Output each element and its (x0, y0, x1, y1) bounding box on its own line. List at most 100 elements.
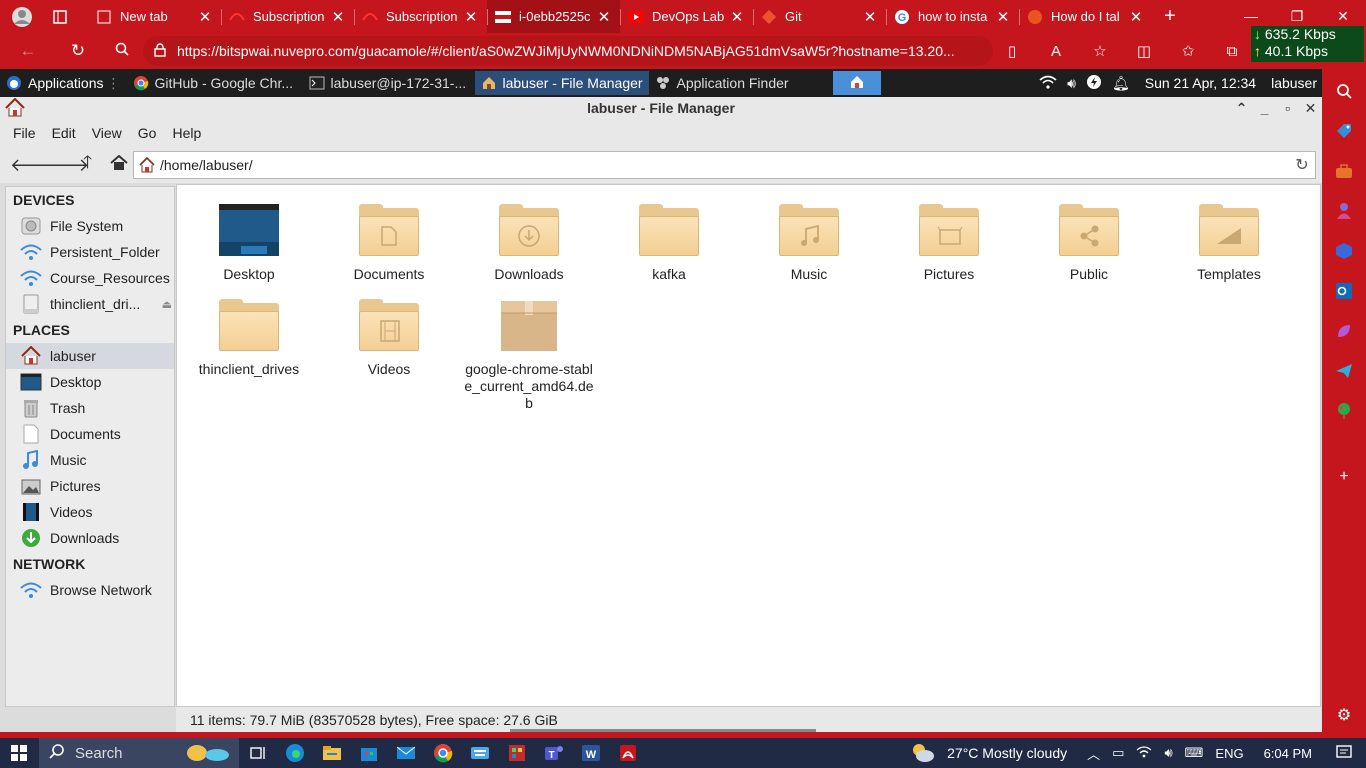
battery-icon[interactable]: ▭ (1112, 745, 1124, 761)
menu-edit[interactable]: Edit (44, 125, 84, 141)
edge-icon[interactable] (276, 738, 313, 768)
search-icon[interactable] (100, 41, 144, 61)
sidebar-item-thinclient-drives[interactable]: thinclient_dri... ⏏ (6, 291, 174, 317)
acrobat-icon[interactable] (609, 738, 646, 768)
app-available-icon[interactable]: ▯ (990, 42, 1034, 60)
sidebar-item-desktop[interactable]: Desktop (6, 369, 174, 395)
file-item-kafka[interactable]: kafka (599, 202, 739, 283)
back-icon[interactable]: 🡐 (10, 155, 58, 176)
browser-tab[interactable]: How do I tal ✕ (1019, 0, 1152, 33)
menu-view[interactable]: View (84, 125, 130, 141)
tab-actions-icon[interactable] (44, 0, 76, 33)
sidebar-item-trash[interactable]: Trash (6, 395, 174, 421)
file-item-thinclient-drives[interactable]: thinclient_drives (179, 297, 319, 378)
task-view-icon[interactable] (239, 738, 276, 768)
reload-icon[interactable]: ↻ (1289, 155, 1315, 175)
file-item-music[interactable]: Music (739, 202, 879, 283)
sidebar-item-downloads[interactable]: Downloads (6, 525, 174, 551)
reload-icon[interactable]: ↻ (56, 41, 100, 61)
settings-icon[interactable]: ⚙︎ (1334, 705, 1354, 725)
file-item-videos[interactable]: Videos (319, 297, 459, 378)
volume-icon[interactable]: 🔊︎ (1067, 75, 1076, 92)
file-item-templates[interactable]: Templates (1159, 202, 1299, 283)
weather-text[interactable]: 27°C Mostly cloudy (947, 745, 1067, 761)
panel-user[interactable]: labuser (1271, 75, 1317, 91)
forward-icon[interactable]: 🡒 (41, 155, 89, 176)
wifi-icon[interactable] (1039, 75, 1057, 92)
sidebar-item-music[interactable]: Music (6, 447, 174, 473)
sidebar-item-persistent-folder[interactable]: Persistent_Folder (6, 239, 174, 265)
remote-desktop[interactable]: Applications ⋮ GitHub - Google Chr... la… (0, 69, 1322, 732)
browser-tab[interactable]: G how to insta ✕ (886, 0, 1019, 33)
outlook-icon[interactable] (1334, 281, 1354, 301)
browser-tab[interactable]: Subscription ✕ (354, 0, 487, 33)
back-icon[interactable]: ← (0, 41, 56, 61)
mail-icon[interactable] (387, 738, 424, 768)
send-icon[interactable] (1334, 361, 1354, 381)
app-grid-icon[interactable] (498, 738, 535, 768)
sidebar-item-documents[interactable]: Documents (6, 421, 174, 447)
sidebar-item-videos[interactable]: Videos (6, 499, 174, 525)
search-icon[interactable] (1334, 81, 1354, 101)
taskbar-window[interactable]: labuser@ip-172-31-... (303, 71, 475, 95)
sidebar-item-browse-network[interactable]: Browse Network (6, 577, 174, 603)
file-item-downloads[interactable]: Downloads (459, 202, 599, 283)
home-icon[interactable] (103, 154, 134, 176)
language-indicator[interactable]: ENG (1215, 746, 1243, 761)
panel-clock[interactable]: Sun 21 Apr, 12:34 (1145, 75, 1256, 91)
notification-icon[interactable] (1336, 744, 1352, 763)
collections-icon[interactable]: ⧉ (1210, 43, 1254, 60)
file-item-pictures[interactable]: Pictures (879, 202, 1019, 283)
browser-tab-active[interactable]: i-0ebb2525c ✕ (487, 0, 620, 33)
taskbar-clock[interactable]: 6:04 PM (1264, 746, 1312, 761)
tree-icon[interactable] (1334, 401, 1354, 421)
taskbar-window[interactable]: GitHub - Google Chr... (127, 71, 303, 95)
store-icon[interactable] (350, 738, 387, 768)
word-icon[interactable]: W (572, 738, 609, 768)
taskbar-search[interactable]: Search (39, 738, 239, 768)
menu-file[interactable]: File (5, 125, 44, 141)
windows-start-icon[interactable] (0, 738, 37, 768)
location-bar[interactable]: /home/labuser/ ↻ (133, 151, 1316, 179)
applications-menu[interactable]: Applications ⋮ (0, 71, 127, 95)
shade-icon[interactable]: ⌃ (1230, 97, 1253, 119)
up-icon[interactable]: 🡑 (72, 150, 103, 180)
keyboard-icon[interactable] (461, 738, 498, 768)
volume-icon[interactable]: 🔊︎ (1164, 745, 1172, 761)
file-item-public[interactable]: Public (1019, 202, 1159, 283)
chrome-icon[interactable] (424, 738, 461, 768)
browser-tab[interactable]: Subscription ✕ (221, 0, 354, 33)
close-tab-icon[interactable]: ✕ (330, 8, 346, 26)
weather-icon[interactable] (909, 741, 935, 766)
close-tab-icon[interactable]: ✕ (995, 8, 1011, 26)
browser-tab[interactable]: New tab ✕ (88, 0, 221, 33)
sidebar-item-labuser[interactable]: labuser (6, 343, 174, 369)
close-tab-icon[interactable]: ✕ (862, 8, 878, 26)
close-icon[interactable]: ✕ (1299, 97, 1322, 119)
url-field[interactable]: https://bitspwai.nuvepro.com/guacamole/#… (143, 36, 993, 66)
file-explorer-icon[interactable] (313, 738, 350, 768)
menu-help[interactable]: Help (164, 125, 209, 141)
favorites-icon[interactable]: ✩ (1166, 42, 1210, 60)
close-tab-icon[interactable]: ✕ (596, 8, 612, 26)
file-item-desktop[interactable]: Desktop (179, 202, 319, 283)
power-icon[interactable] (1086, 74, 1102, 93)
new-tab-button[interactable]: + (1152, 5, 1188, 28)
close-tab-icon[interactable]: ✕ (1128, 8, 1144, 26)
location-path[interactable]: /home/labuser/ (160, 157, 1289, 173)
lock-icon[interactable] (143, 42, 177, 60)
tools-icon[interactable] (1334, 161, 1354, 181)
split-screen-icon[interactable]: ◫ (1122, 42, 1166, 60)
chevron-up-icon[interactable]: ︿ (1087, 744, 1100, 763)
read-aloud-icon[interactable]: A (1034, 43, 1078, 60)
maximize-icon[interactable]: ▫ (1276, 97, 1299, 119)
file-view[interactable]: Desktop Documents Downloads kafka Music … (176, 184, 1321, 707)
minimize-icon[interactable]: _ (1253, 97, 1276, 119)
sidebar-item-pictures[interactable]: Pictures (6, 473, 174, 499)
sidebar-item-course-resources[interactable]: Course_Resources (6, 265, 174, 291)
file-manager-titlebar[interactable]: labuser - File Manager ⌃ _ ▫ ✕ (0, 97, 1322, 119)
horizontal-scrollbar[interactable] (510, 729, 816, 732)
browser-tab[interactable]: DevOps Lab ✕ (620, 0, 753, 33)
games-icon[interactable] (1334, 201, 1354, 221)
file-item-chrome-deb[interactable]: google-chrome-stable_current_amd64.deb (459, 297, 599, 412)
